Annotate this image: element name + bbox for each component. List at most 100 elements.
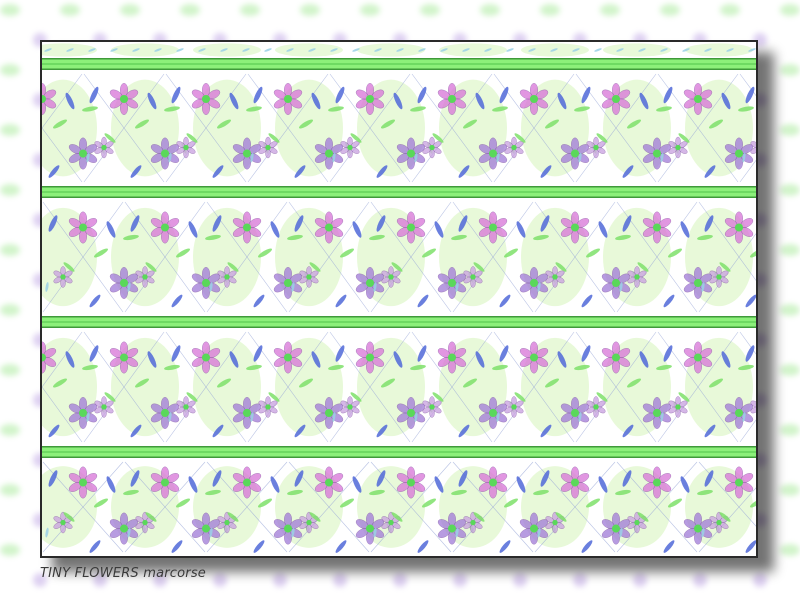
leaf-motif bbox=[434, 476, 444, 493]
leaf-motif bbox=[352, 221, 362, 238]
leaf-motif bbox=[581, 86, 591, 104]
bg-leaf bbox=[0, 244, 20, 256]
leaf-motif bbox=[352, 476, 362, 493]
leaf-motif bbox=[270, 221, 280, 238]
leaf-motif bbox=[253, 540, 265, 553]
leaf-motif bbox=[335, 294, 347, 308]
bg-leaf bbox=[0, 64, 20, 76]
bg-leaf bbox=[780, 184, 800, 196]
bg-flower bbox=[633, 573, 647, 587]
leaf-motif bbox=[499, 86, 509, 104]
decorative-band bbox=[42, 316, 756, 328]
bg-leaf bbox=[0, 304, 20, 316]
pattern-row bbox=[42, 73, 756, 183]
pattern-row bbox=[42, 461, 756, 553]
bg-leaf bbox=[0, 424, 20, 436]
decorative-band bbox=[42, 58, 756, 70]
leaf-motif bbox=[516, 476, 526, 493]
bg-leaf bbox=[360, 4, 380, 16]
caption-title: TINY FLOWERS marcorse bbox=[40, 566, 207, 581]
leaf-motif bbox=[506, 48, 514, 52]
bg-flower bbox=[453, 573, 467, 587]
leaf-motif bbox=[171, 540, 183, 553]
bg-leaf bbox=[300, 4, 320, 16]
leaf-motif bbox=[106, 476, 116, 493]
bg-leaf bbox=[720, 4, 740, 16]
bg-leaf bbox=[0, 184, 20, 196]
bg-flower bbox=[573, 573, 587, 587]
leaf-motif bbox=[188, 476, 198, 493]
leaf-motif bbox=[335, 86, 345, 104]
bg-flower bbox=[693, 573, 707, 587]
leaf-motif bbox=[253, 345, 263, 362]
bg-leaf bbox=[240, 4, 260, 16]
leaf-motif bbox=[499, 540, 511, 553]
pattern-row bbox=[42, 201, 756, 313]
bg-flower bbox=[273, 573, 287, 587]
leaf-motif bbox=[89, 345, 99, 362]
leaf-motif bbox=[680, 221, 690, 238]
leaf-motif bbox=[594, 48, 602, 52]
leaf-motif bbox=[499, 294, 511, 308]
pattern-frame bbox=[40, 40, 758, 558]
bg-leaf bbox=[480, 4, 500, 16]
bg-flower bbox=[213, 573, 227, 587]
bg-leaf bbox=[780, 304, 800, 316]
bg-flower bbox=[393, 573, 407, 587]
bg-leaf bbox=[780, 124, 800, 136]
leaf-motif bbox=[663, 540, 675, 553]
leaf-motif bbox=[745, 540, 756, 553]
decorative-band bbox=[42, 446, 756, 458]
leaf-motif bbox=[335, 540, 347, 553]
bg-leaf bbox=[0, 124, 20, 136]
leaf-motif bbox=[270, 476, 280, 493]
leaf-motif bbox=[417, 294, 429, 308]
leaf-motif bbox=[89, 86, 99, 104]
bg-leaf bbox=[0, 4, 20, 16]
leaf-motif bbox=[745, 86, 755, 104]
bg-leaf bbox=[780, 244, 800, 256]
leaf-motif bbox=[663, 86, 673, 104]
leaf-motif bbox=[417, 86, 427, 104]
leaf-motif bbox=[499, 345, 509, 362]
tiny-flowers-pattern bbox=[42, 43, 756, 553]
bg-leaf bbox=[0, 484, 20, 496]
leaf-motif bbox=[581, 294, 593, 308]
bg-leaf bbox=[0, 544, 20, 556]
leaf-motif bbox=[89, 294, 101, 308]
bg-leaf bbox=[660, 4, 680, 16]
bg-leaf bbox=[780, 4, 800, 16]
leaf-motif bbox=[171, 294, 183, 308]
leaf-motif bbox=[253, 86, 263, 104]
leaf-motif bbox=[264, 48, 272, 52]
leaf-motif bbox=[171, 86, 181, 104]
bg-leaf bbox=[180, 4, 200, 16]
bg-leaf bbox=[540, 4, 560, 16]
leaf-motif bbox=[417, 540, 429, 553]
bg-leaf bbox=[420, 4, 440, 16]
bg-leaf bbox=[780, 64, 800, 76]
leaf-motif bbox=[663, 294, 675, 308]
decorative-band bbox=[42, 186, 756, 198]
leaf-motif bbox=[745, 345, 755, 362]
leaf-motif bbox=[598, 221, 608, 238]
leaf-motif bbox=[516, 221, 526, 238]
leaf-motif bbox=[581, 345, 591, 362]
leaf-motif bbox=[434, 221, 444, 238]
leaf-motif bbox=[171, 345, 181, 362]
leaf-motif bbox=[663, 345, 673, 362]
leaf-motif bbox=[188, 221, 198, 238]
leaf-motif bbox=[89, 540, 101, 553]
leaf-motif bbox=[106, 221, 116, 238]
leaf-motif bbox=[335, 345, 345, 362]
leaf-motif bbox=[680, 476, 690, 493]
bg-flower bbox=[753, 573, 767, 587]
bg-leaf bbox=[60, 4, 80, 16]
bg-leaf bbox=[120, 4, 140, 16]
bg-leaf bbox=[780, 364, 800, 376]
bg-leaf bbox=[780, 424, 800, 436]
bg-flower bbox=[333, 573, 347, 587]
bg-flower bbox=[513, 573, 527, 587]
leaf-motif bbox=[598, 476, 608, 493]
bg-leaf bbox=[600, 4, 620, 16]
